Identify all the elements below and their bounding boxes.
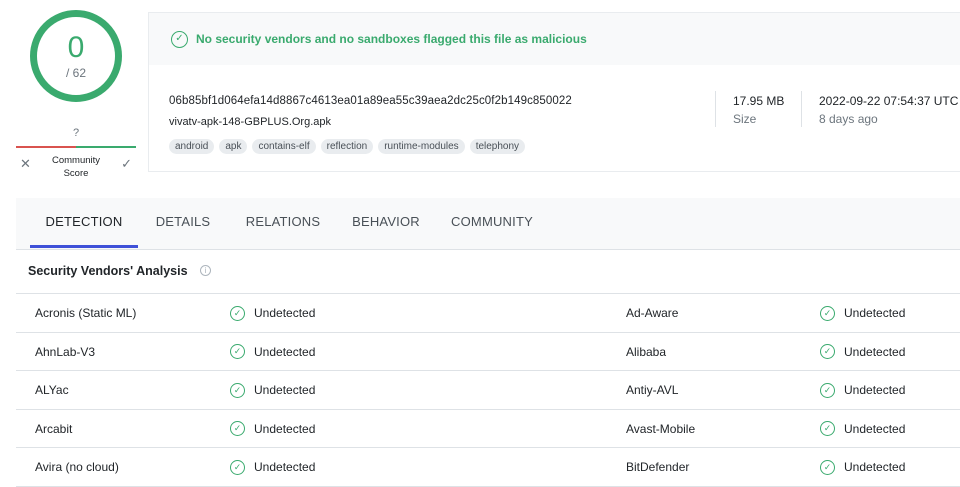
- tab-detection[interactable]: DETECTION: [30, 198, 138, 250]
- vendor-name: BitDefender: [626, 460, 690, 474]
- vendor-result: ✓ Undetected: [820, 410, 905, 448]
- result-label: Undetected: [254, 421, 316, 436]
- scan-date-relative: 8 days ago: [819, 112, 878, 126]
- tab-relations[interactable]: RELATIONS: [238, 198, 328, 250]
- divider: [715, 91, 716, 127]
- vendor-result: ✓ Undetected: [230, 294, 315, 332]
- tab-behavior[interactable]: BEHAVIOR: [346, 198, 426, 250]
- community-score-label: Community Score: [51, 155, 101, 179]
- check-circle-icon: ✓: [230, 421, 245, 436]
- vendor-table: Acronis (Static ML) ✓ Undetected Ad-Aware…: [16, 293, 960, 487]
- tab-community[interactable]: COMMUNITY: [446, 198, 538, 250]
- tag[interactable]: contains-elf: [252, 139, 316, 154]
- tag[interactable]: reflection: [320, 139, 374, 154]
- vendor-name: Antiy-AVL: [626, 383, 679, 397]
- table-row: AhnLab-V3 ✓ Undetected Alibaba ✓ Undetecte…: [16, 333, 960, 371]
- result-label: Undetected: [254, 344, 316, 359]
- vendor-result: ✓ Undetected: [230, 371, 315, 409]
- vendor-result: ✓ Undetected: [820, 371, 905, 409]
- result-label: Undetected: [254, 460, 316, 474]
- result-label: Undetected: [844, 306, 906, 320]
- table-row: Acronis (Static ML) ✓ Undetected Ad-Aware…: [16, 294, 960, 333]
- vote-harmless-icon[interactable]: ✓: [121, 156, 132, 172]
- result-label: Undetected: [844, 421, 906, 436]
- tag[interactable]: apk: [219, 139, 248, 154]
- tag[interactable]: telephony: [469, 139, 526, 154]
- scan-date-value: 2022-09-22 07:54:37 UTC: [819, 94, 959, 108]
- community-score-value: ?: [72, 127, 80, 139]
- tab-bar: DETECTION DETAILS RELATIONS BEHAVIOR COM…: [16, 198, 960, 250]
- vendor-result: ✓ Undetected: [230, 410, 315, 448]
- community-score-bar-positive: [76, 146, 136, 148]
- vendor-name: Avast-Mobile: [626, 421, 696, 436]
- check-circle-icon: ✓: [820, 305, 835, 321]
- check-circle-icon: ✓: [820, 459, 835, 475]
- vote-malicious-icon[interactable]: ✕: [20, 156, 31, 172]
- check-circle-icon: ✓: [230, 305, 245, 321]
- vendor-name: AhnLab-V3: [35, 344, 96, 359]
- vendor-name: Arcabit: [35, 421, 73, 436]
- file-size-value: 17.95 MB: [733, 94, 785, 108]
- vendor-result: ✓ Undetected: [230, 333, 315, 371]
- check-circle-icon: ✓: [820, 344, 835, 359]
- result-label: Undetected: [254, 383, 316, 397]
- vendor-name: Avira (no cloud): [35, 460, 119, 474]
- detection-score-widget: 0 / 62 ? ✕ Community Score ✓: [16, 10, 136, 180]
- status-text: No security vendors and no sandboxes fla…: [196, 32, 587, 46]
- result-label: Undetected: [844, 383, 906, 397]
- check-circle-icon: ✓: [171, 30, 188, 48]
- file-size-label: Size: [733, 112, 757, 126]
- check-circle-icon: ✓: [230, 459, 245, 475]
- check-circle-icon: ✓: [820, 421, 835, 436]
- result-label: Undetected: [844, 460, 906, 474]
- active-tab-indicator: [30, 245, 138, 248]
- vendor-name: Acronis (Static ML): [35, 306, 137, 320]
- detection-count: 0: [67, 30, 85, 64]
- tag[interactable]: android: [169, 139, 215, 154]
- vendor-name: Ad-Aware: [626, 306, 679, 320]
- file-tags: android apk contains-elf reflection runt…: [169, 139, 526, 154]
- divider: [801, 91, 802, 127]
- table-row: Arcabit ✓ Undetected Avast-Mobile ✓ Undete…: [16, 410, 960, 448]
- check-circle-icon: ✓: [230, 344, 245, 359]
- info-icon[interactable]: i: [200, 265, 211, 276]
- file-hash[interactable]: 06b85bf1d064efa14d8867c4613ea01a89ea55c3…: [169, 95, 572, 107]
- file-name: vivatv-apk-148-GBPLUS.Org.apk: [169, 116, 332, 128]
- vendor-result: ✓ Undetected: [230, 448, 315, 486]
- section-title: Security Vendors' Analysis: [28, 264, 188, 278]
- result-label: Undetected: [254, 306, 316, 320]
- detection-total: / 62: [65, 65, 86, 80]
- vendor-result: ✓ Undetected: [820, 333, 905, 371]
- check-circle-icon: ✓: [230, 382, 245, 398]
- community-score-bar-negative: [16, 146, 76, 148]
- table-row: ALYac ✓ Undetected Antiy-AVL ✓ Undetected: [16, 371, 960, 410]
- result-label: Undetected: [844, 344, 906, 359]
- tab-details[interactable]: DETAILS: [148, 198, 218, 250]
- vendor-result: ✓ Undetected: [820, 294, 905, 332]
- check-circle-icon: ✓: [820, 382, 835, 398]
- vendor-name: ALYac: [35, 383, 69, 397]
- vendor-result: ✓ Undetected: [820, 448, 905, 486]
- table-row: Avira (no cloud) ✓ Undetected BitDefender…: [16, 448, 960, 487]
- vendor-name: Alibaba: [626, 344, 667, 359]
- status-banner: ✓ No security vendors and no sandboxes f…: [149, 13, 960, 65]
- file-info-card: ✓ No security vendors and no sandboxes f…: [148, 12, 960, 172]
- detection-score-ring: 0 / 62: [30, 10, 122, 102]
- tag[interactable]: runtime-modules: [378, 139, 465, 154]
